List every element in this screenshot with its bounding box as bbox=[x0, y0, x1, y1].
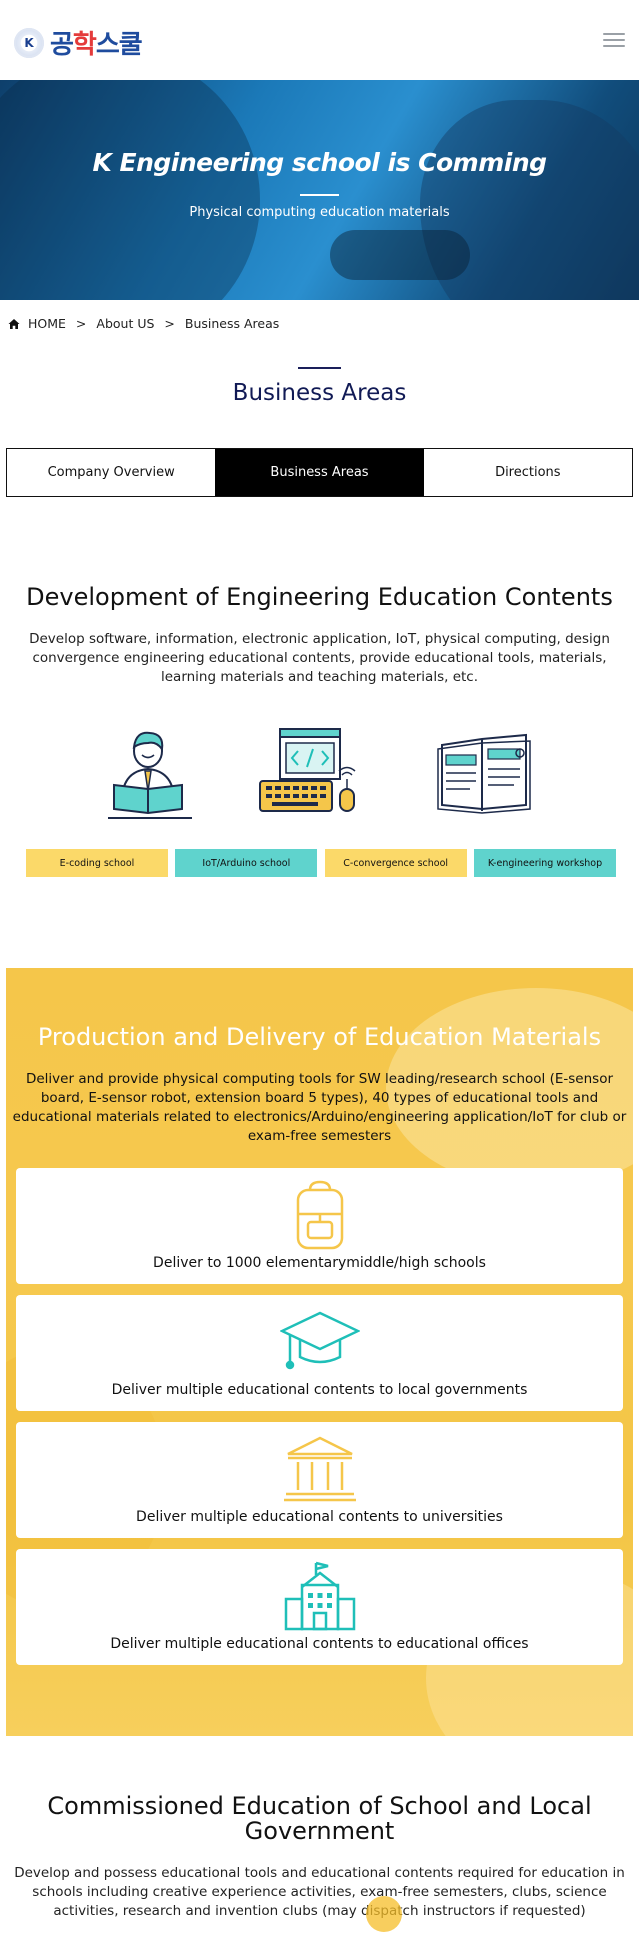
delivery-card-label: Deliver multiple educational contents to… bbox=[111, 1382, 528, 1398]
chip-e-coding-school[interactable]: E-coding school bbox=[26, 849, 168, 877]
breadcrumb-separator: > bbox=[75, 316, 87, 331]
school-building-icon bbox=[284, 1561, 356, 1631]
commissioned-description: Develop and possess educational tools an… bbox=[14, 1865, 625, 1919]
tab-directions[interactable]: Directions bbox=[424, 449, 632, 496]
books-icon bbox=[437, 733, 531, 814]
production-section: Production and Delivery of Education Mat… bbox=[6, 968, 633, 1736]
backpack-icon bbox=[296, 1180, 344, 1250]
title-divider bbox=[298, 367, 341, 369]
computer-keyboard-icon bbox=[259, 728, 356, 812]
logo-mark-letter: K bbox=[24, 35, 34, 50]
breadcrumb-about[interactable]: About US bbox=[96, 316, 154, 331]
development-title: Development of Engineering Education Con… bbox=[26, 583, 613, 611]
chip-k-engineering-workshop[interactable]: K-engineering workshop bbox=[473, 849, 616, 877]
delivery-card: Deliver multiple educational contents to… bbox=[16, 1295, 623, 1411]
commissioned-title: Commissioned Education of School and Loc… bbox=[47, 1792, 592, 1845]
student-reading-icon bbox=[108, 731, 192, 819]
breadcrumb-separator: > bbox=[164, 316, 175, 331]
hamburger-icon[interactable] bbox=[603, 33, 625, 49]
delivery-card-label: Deliver multiple educational contents to… bbox=[110, 1636, 529, 1652]
delivery-card: Deliver to 1000 elementarymiddle/high sc… bbox=[16, 1168, 623, 1284]
tab-company-overview[interactable]: Company Overview bbox=[7, 449, 215, 496]
graduation-cap-icon bbox=[280, 1311, 360, 1370]
hero-subtitle: Physical computing education materials bbox=[189, 205, 450, 220]
logo-text: 공학스쿨 bbox=[50, 30, 143, 60]
production-title: Production and Delivery of Education Mat… bbox=[37, 1023, 602, 1051]
breadcrumb: HOME > About US > Business Areas bbox=[8, 316, 279, 331]
breadcrumb-home[interactable]: HOME bbox=[28, 316, 66, 331]
page-title: Business Areas bbox=[232, 380, 407, 406]
hero-banner: K Engineering school is Comming Physical… bbox=[0, 80, 639, 300]
program-chips: E-coding school IoT/Arduino school C-con… bbox=[26, 849, 616, 877]
tab-bar: Company Overview Business Areas Directio… bbox=[6, 448, 633, 497]
home-icon[interactable] bbox=[8, 318, 20, 330]
delivery-card-label: Deliver to 1000 elementarymiddle/high sc… bbox=[153, 1255, 486, 1271]
production-description: Deliver and provide physical computing t… bbox=[12, 1071, 627, 1144]
logo-mark: K bbox=[14, 27, 44, 58]
hero-divider bbox=[300, 194, 339, 196]
site-header: K 공학스쿨 bbox=[0, 0, 639, 80]
hero-title: K Engineering school is Comming bbox=[92, 148, 547, 177]
delivery-card-label: Deliver multiple educational contents to… bbox=[136, 1509, 503, 1525]
chip-c-convergence-school[interactable]: C-convergence school bbox=[324, 849, 467, 877]
breadcrumb-current: Business Areas bbox=[184, 316, 280, 331]
delivery-card: Deliver multiple educational contents to… bbox=[16, 1422, 623, 1538]
site-logo[interactable]: K 공학스쿨 bbox=[14, 24, 143, 61]
chip-iot-arduino-school[interactable]: IoT/Arduino school bbox=[175, 849, 318, 877]
university-building-icon bbox=[284, 1436, 356, 1502]
delivery-card: Deliver multiple educational contents to… bbox=[16, 1549, 623, 1665]
tab-business-areas[interactable]: Business Areas bbox=[215, 449, 424, 496]
development-description: Develop software, information, electroni… bbox=[29, 631, 610, 685]
cursor-highlight bbox=[366, 1896, 402, 1932]
